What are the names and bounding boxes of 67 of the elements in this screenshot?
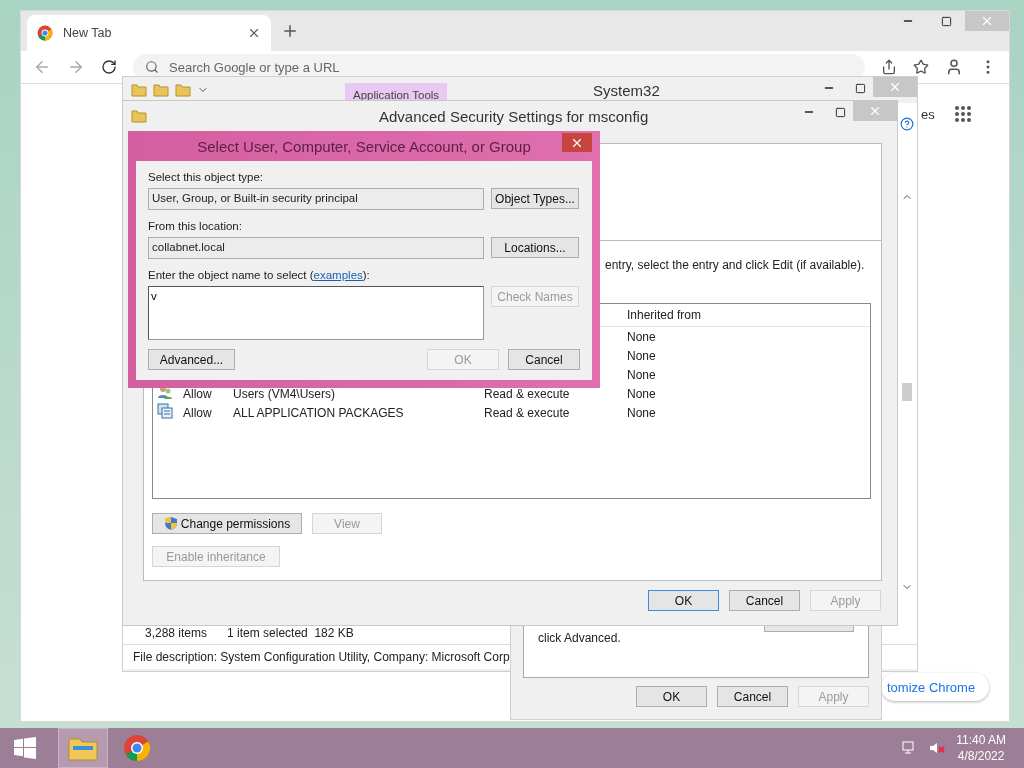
window-title: Advanced Security Settings for msconfig [379, 107, 649, 125]
close-icon[interactable] [562, 133, 592, 152]
shield-icon [163, 516, 178, 531]
folder-icon [131, 82, 147, 98]
table-cell: Read & execute [484, 405, 570, 420]
browser-tab[interactable]: New Tab [27, 15, 271, 51]
folder-icon [175, 82, 191, 98]
locations-button[interactable]: Locations... [491, 237, 579, 258]
dialog-button[interactable]: Cancel [717, 686, 788, 707]
dialog-button[interactable]: Advanced... [148, 349, 235, 370]
field-label: Enter the object name to select (examples): [148, 269, 371, 283]
search-icon [145, 60, 159, 74]
table-cell: Allow [183, 405, 212, 420]
object-name-input[interactable]: v [148, 286, 484, 340]
action-button[interactable]: Change permissions [152, 513, 302, 534]
package-icon [157, 403, 173, 419]
table-cell: Users (VM4\Users) [233, 386, 335, 401]
folder-icon [131, 108, 147, 124]
dialog-button[interactable]: Cancel [729, 590, 800, 611]
examples-link[interactable]: examples [313, 269, 363, 281]
object-type-field: User, Group, or Built-in security principal [148, 188, 484, 210]
item-count: 3,288 items [145, 626, 208, 640]
file-description: File description: System Configuration Utility, Company: Microsoft Corp [133, 650, 510, 664]
table-cell: None [627, 386, 656, 401]
table-cell: None [627, 367, 656, 382]
share-icon[interactable] [881, 59, 897, 75]
dialog-button[interactable]: OK [648, 590, 719, 611]
muted-speaker-icon[interactable] [928, 740, 947, 756]
profile-icon[interactable] [945, 58, 963, 76]
info-text: click Advanced. [538, 631, 621, 645]
close-icon[interactable] [247, 26, 261, 40]
apps-grid-icon[interactable] [954, 106, 971, 122]
window-title: System32 [593, 81, 660, 99]
ribbon-tab[interactable]: Application Tools [345, 83, 448, 103]
chrome-icon [37, 25, 53, 41]
help-icon[interactable] [900, 117, 914, 131]
dialog-button[interactable]: Cancel [508, 349, 580, 370]
tab-title: New Tab [63, 26, 113, 40]
table-cell: None [627, 329, 656, 344]
location-field: collabnet.local [148, 237, 484, 259]
table-cell: Read & execute [484, 386, 570, 401]
table-cell: None [627, 405, 656, 420]
reload-icon[interactable] [101, 59, 117, 75]
selection-info: 1 item selected 182 KB [227, 626, 354, 640]
chrome-icon [123, 734, 151, 762]
instruction-text: entry, select the entry and click Edit (if available). [605, 258, 865, 272]
table-cell: None [627, 348, 656, 363]
scrollbar-thumb[interactable] [902, 383, 912, 401]
images-link[interactable]: es [921, 106, 935, 122]
table-cell: Allow [183, 386, 212, 401]
table-cell: ALL APPLICATION PACKAGES [233, 405, 404, 420]
windows-logo-icon[interactable] [13, 736, 37, 760]
taskbar-app[interactable] [58, 728, 108, 768]
clock-time[interactable]: 11:40 AM [956, 732, 1006, 748]
new-tab-icon[interactable] [281, 22, 299, 40]
column-header[interactable]: Inherited from [627, 308, 870, 322]
dialog-title: Select User, Computer, Service Account, or Group [197, 137, 531, 155]
clock-date[interactable]: 4/8/2022 [957, 748, 1005, 764]
field-label: From this location: [148, 220, 243, 234]
back-icon[interactable] [33, 58, 51, 76]
address-placeholder: Search Google or type a URL [169, 59, 340, 75]
customize-button[interactable]: tomize Chrome [881, 673, 989, 701]
star-icon[interactable] [913, 59, 929, 75]
dialog-button[interactable]: OK [636, 686, 707, 707]
forward-icon[interactable] [67, 58, 85, 76]
object-types-button[interactable]: Object Types... [491, 188, 579, 209]
field-label: Select this object type: [148, 171, 265, 185]
